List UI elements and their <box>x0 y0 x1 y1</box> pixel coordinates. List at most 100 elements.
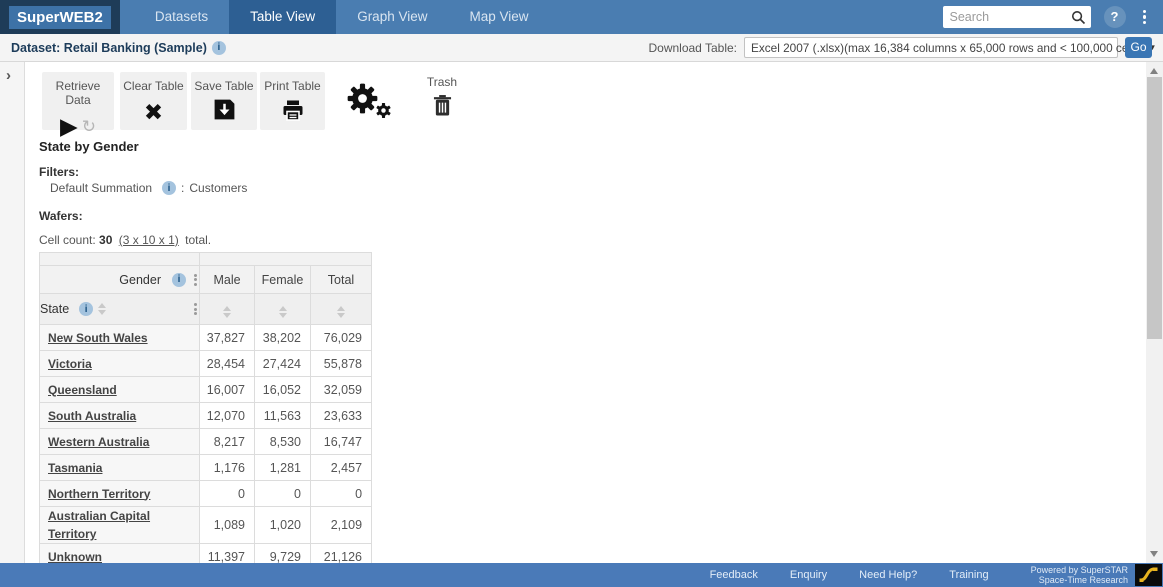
wafers-heading: Wafers: <box>39 209 83 223</box>
state-link[interactable]: New South Wales <box>48 331 148 345</box>
download-group: Download Table: Excel 2007 (.xlsx)(max 1… <box>648 37 1152 58</box>
footer-links: Feedback Enquiry Need Help? Training <box>710 569 989 581</box>
cell-count-value: 30 <box>99 233 112 247</box>
table-row: Northern Territory 0 0 0 <box>40 481 372 507</box>
tab-datasets[interactable]: Datasets <box>134 0 229 34</box>
cell-male: 8,217 <box>200 429 255 455</box>
row-field-row: State i <box>40 294 372 325</box>
cell-total: 76,029 <box>311 325 372 351</box>
column-header-total[interactable]: Total <box>311 266 372 294</box>
state-link[interactable]: Australian Capital Territory <box>48 509 150 541</box>
play-icon: ▶ <box>60 115 78 138</box>
scrollbar-thumb[interactable] <box>1147 77 1162 339</box>
footer-bar: Feedback Enquiry Need Help? Training Pow… <box>0 563 1163 587</box>
dataset-title: Dataset: Retail Banking (Sample) <box>11 41 207 55</box>
cell-male: 1,176 <box>200 455 255 481</box>
column-field-label[interactable]: Gender <box>119 273 161 287</box>
state-link[interactable]: Western Australia <box>48 435 149 449</box>
cell-total: 23,633 <box>311 403 372 429</box>
state-link[interactable]: Northern Territory <box>48 487 150 501</box>
state-info-icon[interactable]: i <box>79 302 93 316</box>
gender-menu-icon[interactable] <box>192 271 199 288</box>
save-icon <box>212 97 237 127</box>
clear-table-button[interactable]: Clear Table ✖ <box>120 72 187 130</box>
search-icon[interactable] <box>1066 10 1091 25</box>
sort-female-icon[interactable] <box>279 306 287 318</box>
sort-total-icon[interactable] <box>337 306 345 318</box>
column-header-female[interactable]: Female <box>255 266 311 294</box>
state-menu-icon[interactable] <box>192 301 199 318</box>
cell-male: 16,007 <box>200 377 255 403</box>
table-row: Victoria 28,454 27,424 55,878 <box>40 351 372 377</box>
printer-icon <box>280 98 306 127</box>
footer-link-training[interactable]: Training <box>949 569 988 581</box>
state-link[interactable]: Tasmania <box>48 461 102 475</box>
table-row: Tasmania 1,176 1,281 2,457 <box>40 455 372 481</box>
footer-link-need-help[interactable]: Need Help? <box>859 569 917 581</box>
cell-total: 32,059 <box>311 377 372 403</box>
filter-colon: : <box>181 181 184 195</box>
state-link[interactable]: Unknown <box>48 550 102 564</box>
search-input[interactable] <box>943 10 1066 24</box>
dataset-info-icon[interactable]: i <box>212 41 226 55</box>
go-button[interactable]: Go <box>1125 37 1152 58</box>
filter-item: Default Summation i : Customers <box>50 181 247 195</box>
cell-count-link[interactable]: (3 x 10 x 1) <box>119 233 179 247</box>
dataset-bar: Dataset: Retail Banking (Sample) i Downl… <box>0 34 1163 62</box>
print-table-button[interactable]: Print Table <box>260 72 325 130</box>
state-sort-icon[interactable] <box>98 303 106 315</box>
cell-male: 37,827 <box>200 325 255 351</box>
overflow-menu-icon[interactable] <box>1139 6 1151 29</box>
table-row: Western Australia 8,217 8,530 16,747 <box>40 429 372 455</box>
state-link[interactable]: Queensland <box>48 383 117 397</box>
page-title: State by Gender <box>39 139 139 154</box>
gear-icon <box>347 101 378 118</box>
cell-male: 28,454 <box>200 351 255 377</box>
gender-info-icon[interactable]: i <box>172 273 186 287</box>
cell-count-label: Cell count: <box>39 233 96 247</box>
trash-icon <box>420 93 464 123</box>
column-header-male[interactable]: Male <box>200 266 255 294</box>
cell-female: 27,424 <box>255 351 311 377</box>
save-table-button[interactable]: Save Table <box>191 72 257 130</box>
state-link[interactable]: South Australia <box>48 409 136 423</box>
trash-dropzone[interactable]: Trash <box>420 75 464 123</box>
footer-link-feedback[interactable]: Feedback <box>710 569 758 581</box>
cell-female: 1,281 <box>255 455 311 481</box>
refresh-icon: ↻ <box>82 118 96 135</box>
retrieve-data-label: Retrieve Data <box>42 79 114 107</box>
cell-female: 11,563 <box>255 403 311 429</box>
scroll-down-icon[interactable] <box>1150 551 1158 557</box>
retrieve-data-button[interactable]: Retrieve Data ▶ ↻ <box>42 72 114 130</box>
sort-male-icon[interactable] <box>223 306 231 318</box>
filter-name: Default Summation <box>50 181 152 195</box>
filters-heading: Filters: <box>39 165 79 179</box>
table-options-gears-button[interactable] <box>347 83 391 123</box>
help-icon[interactable]: ? <box>1104 6 1126 28</box>
save-table-label: Save Table <box>191 79 257 93</box>
row-field-label[interactable]: State <box>40 302 69 316</box>
filter-info-icon[interactable]: i <box>162 181 176 195</box>
app-logo[interactable]: SuperWEB2 <box>0 0 120 34</box>
clear-table-label: Clear Table <box>120 79 187 93</box>
cell-total: 0 <box>311 481 372 507</box>
table-row: Australian Capital Territory 1,089 1,020… <box>40 507 372 544</box>
state-link[interactable]: Victoria <box>48 357 92 371</box>
cell-total: 2,109 <box>311 507 372 544</box>
content-area: › Retrieve Data ▶ ↻ Clear Table ✖ Save T… <box>0 62 1163 563</box>
tab-table-view[interactable]: Table View <box>229 0 336 34</box>
scroll-up-icon[interactable] <box>1150 68 1158 74</box>
top-navbar: SuperWEB2 Datasets Table View Graph View… <box>0 0 1163 34</box>
tab-map-view[interactable]: Map View <box>448 0 549 34</box>
footer-link-enquiry[interactable]: Enquiry <box>790 569 827 581</box>
cell-male: 0 <box>200 481 255 507</box>
tab-graph-view[interactable]: Graph View <box>336 0 448 34</box>
cell-count-suffix: total. <box>185 233 211 247</box>
cell-total: 2,457 <box>311 455 372 481</box>
download-format-select[interactable]: Excel 2007 (.xlsx)(max 16,384 columns x … <box>744 37 1118 58</box>
vertical-scrollbar[interactable] <box>1146 62 1163 563</box>
sidebar-expand-icon[interactable]: › <box>6 67 11 84</box>
navbar-right: ? <box>943 0 1163 34</box>
cell-count-line: Cell count: 30 (3 x 10 x 1) total. <box>39 233 211 247</box>
cell-total: 16,747 <box>311 429 372 455</box>
